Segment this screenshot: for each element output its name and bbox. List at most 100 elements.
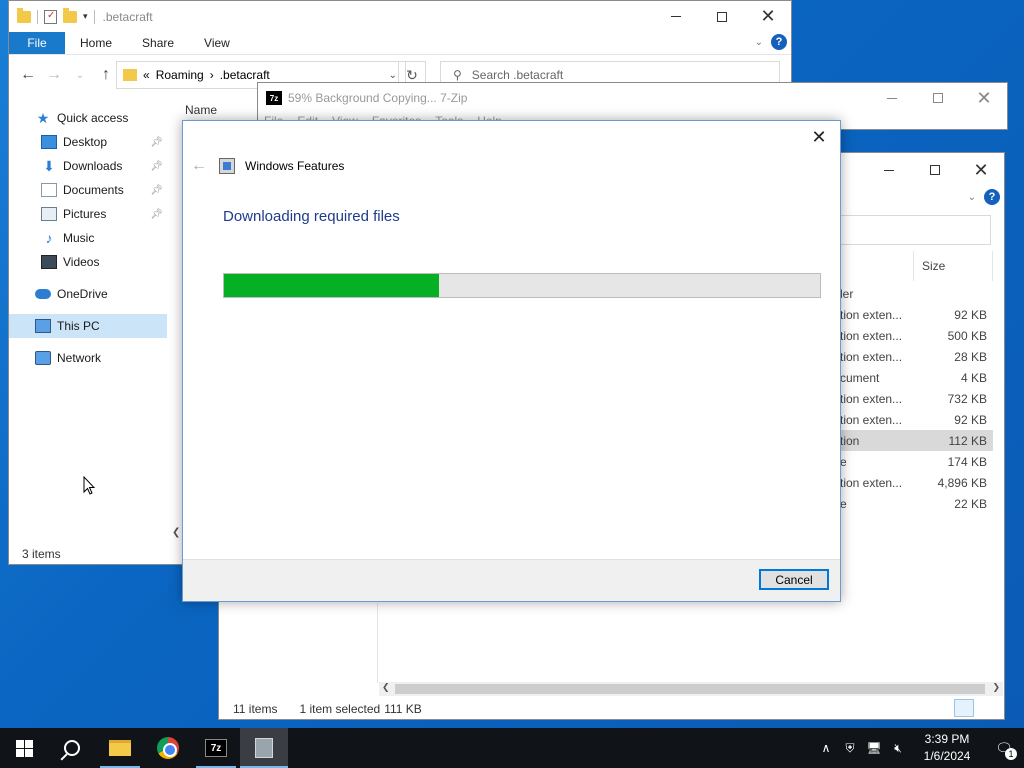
customize-dropdown-icon[interactable]: ▾ xyxy=(83,11,88,22)
show-hidden-icons-button[interactable]: ∧ xyxy=(814,728,838,768)
table-row[interactable]: tion exten... 732 KB xyxy=(839,388,993,409)
close-button[interactable]: ✕ xyxy=(958,153,1004,187)
dialog-heading: Downloading required files xyxy=(223,208,400,225)
nav-music[interactable]: ♪ Music xyxy=(9,226,167,250)
breadcrumb-betacraft[interactable]: .betacraft xyxy=(220,68,270,82)
close-icon: ✕ xyxy=(760,6,776,26)
nav-videos[interactable]: Videos xyxy=(9,250,167,274)
nav-downloads[interactable]: ⬇ Downloads 📌︎ xyxy=(9,154,167,178)
file-size-cell: 732 KB xyxy=(947,391,987,406)
table-row[interactable]: ler xyxy=(839,283,993,304)
nav-this-pc[interactable]: This PC xyxy=(9,314,167,338)
expand-ribbon-icon[interactable]: ⌄ xyxy=(968,192,976,203)
table-row[interactable]: tion exten... 92 KB xyxy=(839,304,993,325)
close-button[interactable]: ✕ xyxy=(804,125,834,149)
properties-icon[interactable] xyxy=(44,9,57,24)
scroll-right-icon[interactable]: ❯ xyxy=(992,682,1000,693)
recent-locations-button[interactable]: ⌄ xyxy=(67,62,93,88)
table-row[interactable]: e 22 KB xyxy=(839,493,993,514)
search-button[interactable] xyxy=(48,728,96,768)
nav-desktop[interactable]: Desktop 📌︎ xyxy=(9,130,167,154)
progress-fill xyxy=(224,274,439,297)
tab-view[interactable]: View xyxy=(189,32,245,54)
taskbar-chrome[interactable] xyxy=(144,728,192,768)
expand-ribbon-icon[interactable]: ⌄ xyxy=(755,37,763,48)
nav-pictures[interactable]: Pictures 📌︎ xyxy=(9,202,167,226)
large-icons-view-button[interactable] xyxy=(976,699,996,717)
table-row[interactable]: cument 4 KB xyxy=(839,367,993,388)
help-icon[interactable]: ? xyxy=(771,34,787,50)
scrollbar-thumb[interactable] xyxy=(395,684,985,694)
minimize-button[interactable] xyxy=(866,153,912,187)
breadcrumb-roaming[interactable]: Roaming xyxy=(156,68,204,82)
nav-quick-access[interactable]: ★ Quick access xyxy=(9,106,167,130)
table-row[interactable]: tion exten... 28 KB xyxy=(839,346,993,367)
dialog-footer: Cancel xyxy=(183,559,840,601)
forward-button[interactable]: → xyxy=(41,62,67,88)
status-selected: 1 item selected xyxy=(299,702,381,716)
nav-network[interactable]: Network xyxy=(9,346,167,370)
details-view-button[interactable] xyxy=(954,699,974,717)
refresh-icon: ↻ xyxy=(406,66,418,83)
table-row[interactable]: tion 112 KB xyxy=(839,430,993,451)
nav-documents[interactable]: Documents 📌︎ xyxy=(9,178,167,202)
tab-file[interactable]: File xyxy=(9,32,65,54)
close-icon: ✕ xyxy=(973,159,989,180)
clock-date: 1/6/2024 xyxy=(923,749,971,763)
close-button[interactable]: ✕ xyxy=(745,1,791,32)
maximize-button[interactable] xyxy=(699,1,745,32)
tab-home[interactable]: Home xyxy=(65,32,127,54)
explorer-titlebar[interactable]: ▾ .betacraft ✕ xyxy=(9,1,791,32)
network-icon[interactable]: 🖥︎ xyxy=(862,728,886,768)
address-overflow[interactable]: « xyxy=(143,68,150,82)
horizontal-scrollbar[interactable]: ❮ ❯ xyxy=(379,682,1003,696)
column-header-size[interactable]: Size xyxy=(913,251,993,281)
file-type-cell: ler xyxy=(840,286,854,301)
taskbar: 7z ∧ ⛨ 🖥︎ 🔇︎ 3:39 PM 1/6/2024 🗨︎ 1 xyxy=(0,728,1024,768)
clock[interactable]: 3:39 PM 1/6/2024 xyxy=(910,731,984,765)
maximize-button[interactable] xyxy=(912,153,958,187)
table-row[interactable]: tion exten... 500 KB xyxy=(839,325,993,346)
download-icon: ⬇ xyxy=(43,158,55,174)
table-row[interactable]: e 174 KB xyxy=(839,451,993,472)
security-icon[interactable]: ⛨ xyxy=(838,728,862,768)
minimize-button[interactable] xyxy=(653,1,699,32)
separator xyxy=(37,9,38,24)
pin-icon: 📌︎ xyxy=(150,136,163,148)
search-input[interactable] xyxy=(839,215,991,245)
windows-features-icon xyxy=(219,158,235,174)
new-folder-icon[interactable] xyxy=(63,7,77,23)
breadcrumb-separator[interactable]: › xyxy=(210,68,214,82)
column-header-name[interactable]: Name xyxy=(185,103,217,117)
table-row[interactable]: tion exten... 4,896 KB xyxy=(839,472,993,493)
windows-features-dialog[interactable]: ✕ ← Windows Features Downloading require… xyxy=(182,120,841,602)
address-dropdown-icon[interactable]: ⌄ xyxy=(389,70,397,81)
volume-muted-icon[interactable]: 🔇︎ xyxy=(886,728,910,768)
scroll-left-icon[interactable]: ❮ xyxy=(172,527,180,538)
table-row[interactable]: tion exten... 92 KB xyxy=(839,409,993,430)
taskbar-file-explorer[interactable] xyxy=(96,728,144,768)
taskbar-windows-features[interactable] xyxy=(240,728,288,768)
taskbar-7zip[interactable]: 7z xyxy=(192,728,240,768)
maximize-button[interactable] xyxy=(915,83,961,113)
nav-onedrive[interactable]: OneDrive xyxy=(9,282,167,306)
close-icon: ✕ xyxy=(976,87,992,108)
help-icon[interactable]: ? xyxy=(984,189,1000,205)
windows-logo-icon xyxy=(15,739,33,757)
download-progress-bar xyxy=(223,273,821,298)
network-icon xyxy=(35,351,51,365)
file-type-cell: cument xyxy=(840,370,880,385)
start-button[interactable] xyxy=(0,728,48,768)
file-size-cell: 28 KB xyxy=(954,349,987,364)
action-center-button[interactable]: 🗨︎ 1 xyxy=(984,728,1024,768)
7zip-titlebar[interactable]: 7z 59% Background Copying... 7-Zip ✕ xyxy=(258,83,1007,113)
minimize-button[interactable] xyxy=(869,83,915,113)
close-button[interactable]: ✕ xyxy=(961,83,1007,113)
cancel-button[interactable]: Cancel xyxy=(759,569,829,590)
tab-share[interactable]: Share xyxy=(127,32,189,54)
back-arrow-icon[interactable]: ← xyxy=(191,157,209,175)
file-list: ler tion exten... 92 KB tion exten... 500 KB… xyxy=(839,283,993,514)
close-icon: ✕ xyxy=(811,126,827,147)
scroll-left-icon[interactable]: ❮ xyxy=(382,682,390,693)
back-button[interactable]: ← xyxy=(15,62,41,88)
